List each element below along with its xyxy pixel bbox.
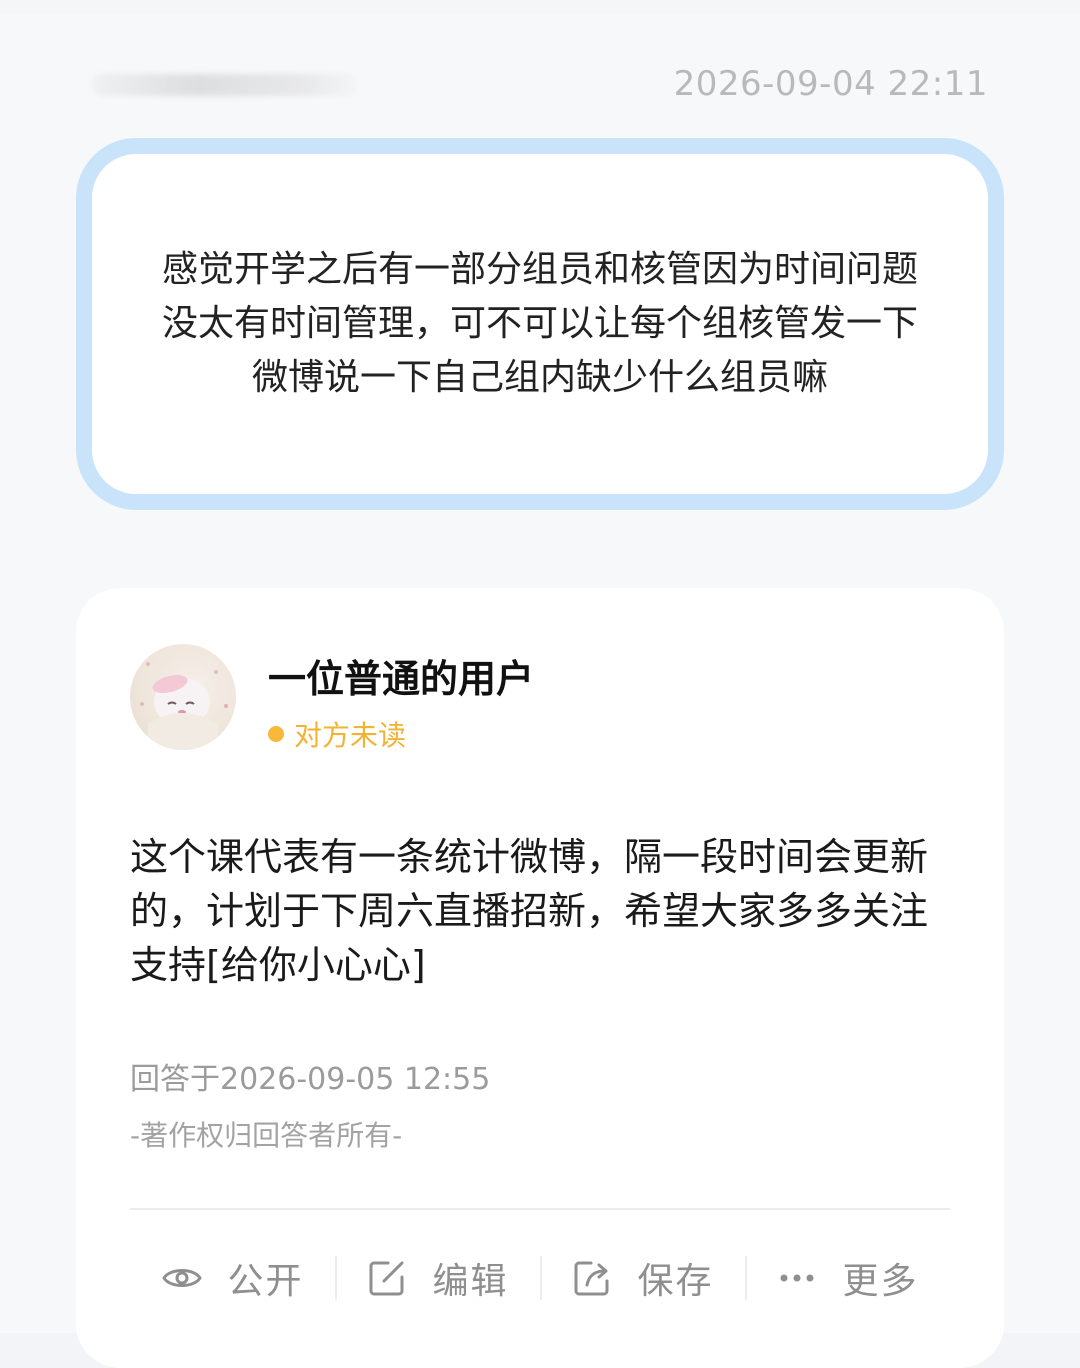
- copyright-notice: -著作权归回答者所有-: [130, 1119, 403, 1152]
- avatar-image: [140, 662, 228, 750]
- share-icon: [574, 1261, 609, 1296]
- answer-text: 这个课代表有一条统计微博，隔一段时间会更新的，计划于下周六直播招新，希望大家多多…: [130, 835, 929, 987]
- question-card: 感觉开学之后有一部分组员和核管因为时间问题没太有时间管理，可不可以让每个组核管发…: [76, 138, 1004, 510]
- more-button[interactable]: 更多: [745, 1248, 950, 1308]
- read-status: 对方未读: [268, 714, 406, 754]
- edit-icon: [369, 1261, 404, 1296]
- divider: [130, 1208, 950, 1210]
- more-icon: [780, 1274, 814, 1282]
- save-label: 保存: [637, 1261, 714, 1302]
- read-status-text: 对方未读: [294, 719, 407, 752]
- blurred-asker-name: [92, 74, 357, 96]
- page: 2026-09-04 22:11 感觉开学之后有一部分组员和核管因为时间问题没太…: [0, 14, 1080, 1368]
- save-button[interactable]: 保存: [540, 1248, 745, 1308]
- answer-time: 回答于2026-09-05 12:55: [130, 1062, 491, 1097]
- public-button[interactable]: 公开: [130, 1248, 335, 1308]
- edit-button[interactable]: 编辑: [335, 1248, 540, 1308]
- public-label: 公开: [227, 1261, 304, 1302]
- answer-card: 一位普通的用户 对方未读 这个课代表有一条统计微博，隔一段时间会更新的，计划于下…: [76, 588, 1004, 1368]
- avatar[interactable]: [130, 644, 236, 750]
- username[interactable]: 一位普通的用户: [268, 648, 534, 703]
- more-label: 更多: [842, 1261, 919, 1302]
- question-time: 2026-09-04 22:11: [673, 64, 988, 104]
- question-text: 感觉开学之后有一部分组员和核管因为时间问题没太有时间管理，可不可以让每个组核管发…: [161, 249, 918, 398]
- status-strip: [0, 0, 1080, 14]
- status-dot-icon: [268, 726, 284, 742]
- eye-icon: [162, 1269, 202, 1287]
- edit-label: 编辑: [432, 1261, 509, 1302]
- action-bar: 公开 编辑 保存 更多: [130, 1238, 950, 1318]
